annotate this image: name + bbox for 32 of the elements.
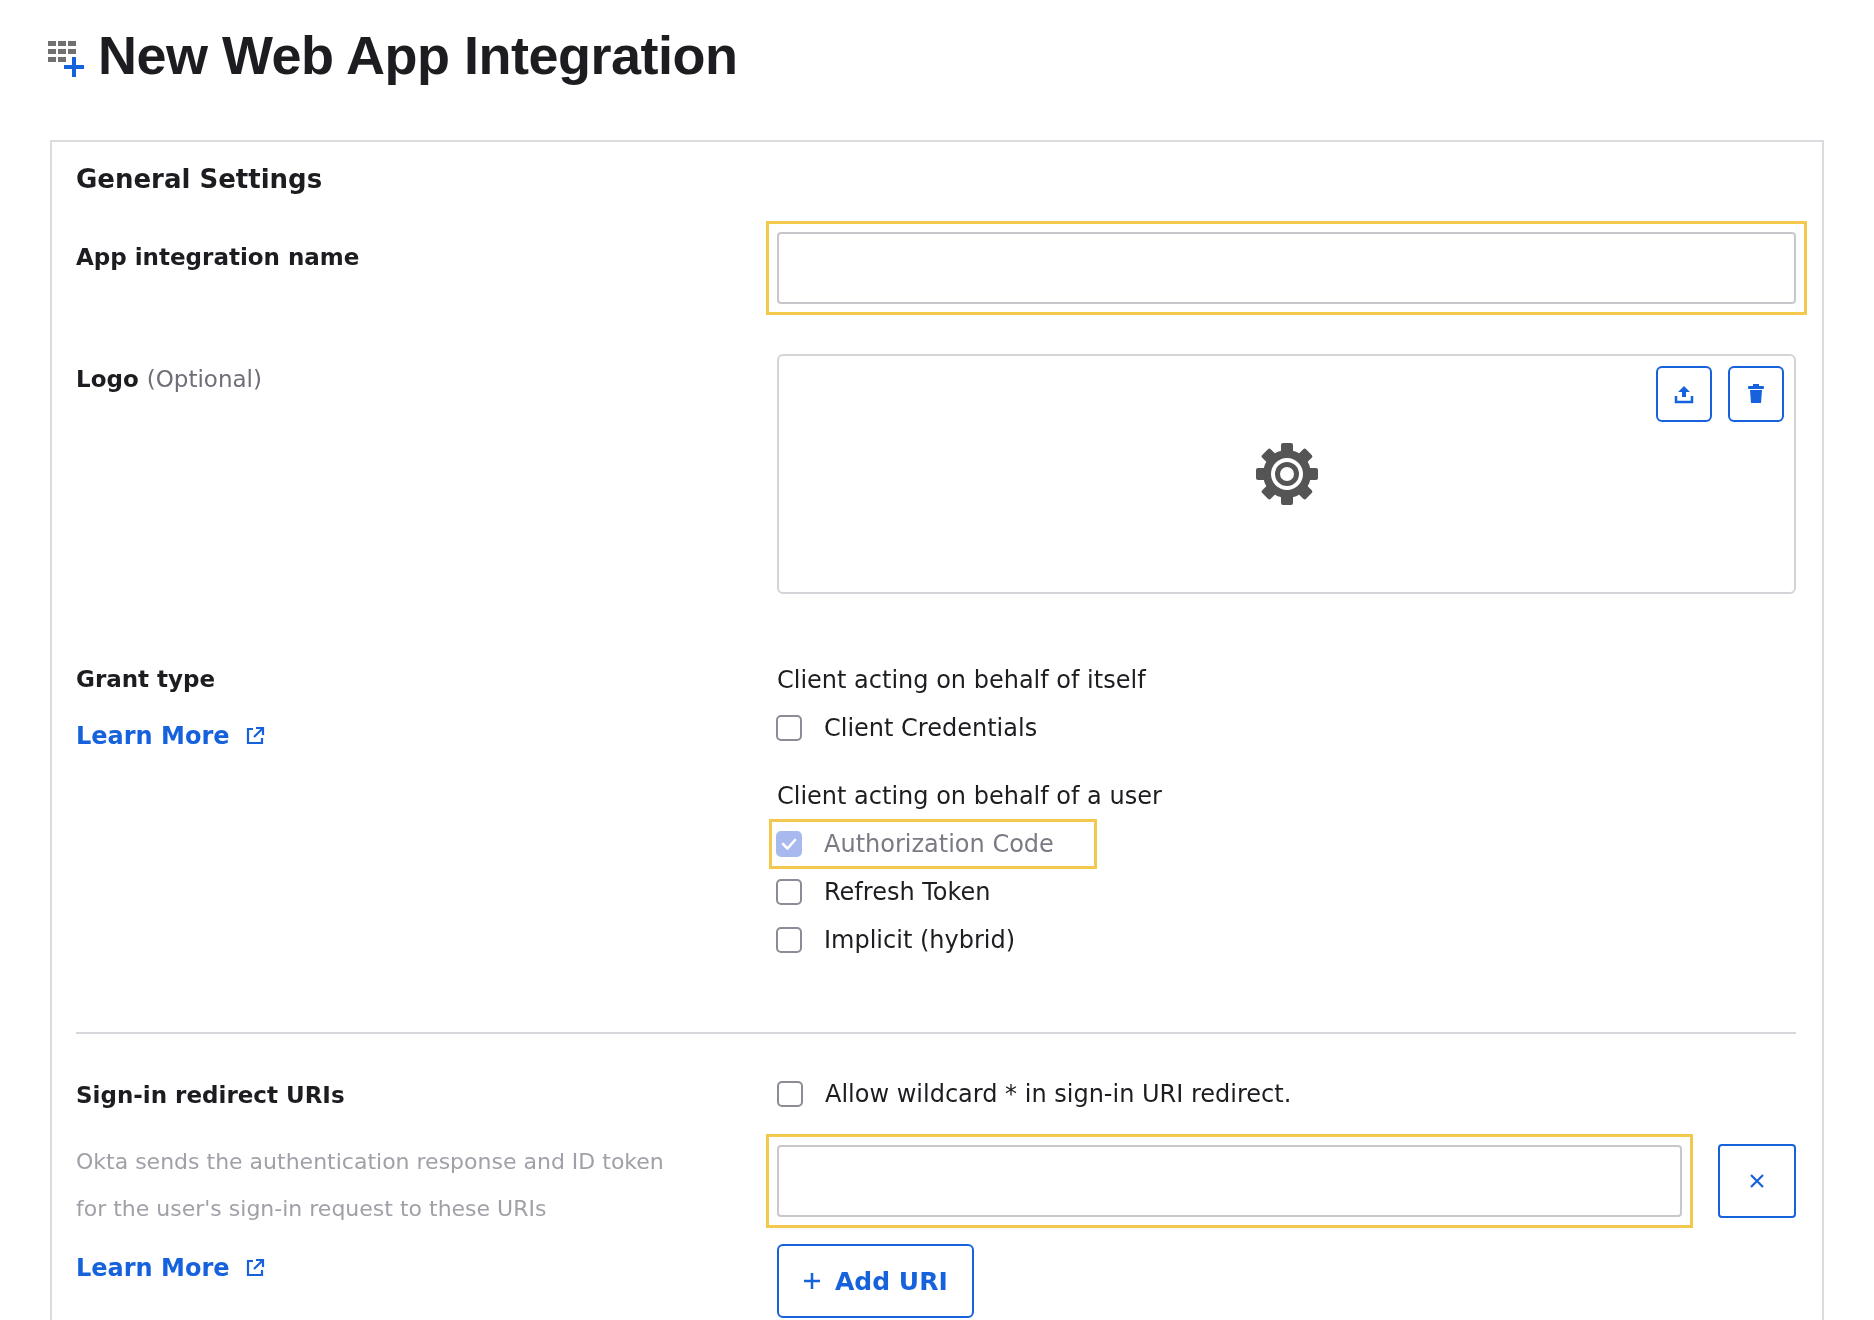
checkbox-label: Refresh Token	[824, 878, 991, 906]
field-label: Logo	[76, 366, 139, 392]
upload-button[interactable]	[1656, 366, 1712, 422]
close-icon	[1749, 1173, 1765, 1189]
page-title: New Web App Integration	[98, 24, 738, 86]
group-heading: Client acting on behalf of itself	[777, 666, 1146, 694]
checkbox-label: Allow wildcard * in sign-in URI redirect.	[825, 1080, 1292, 1108]
add-uri-button[interactable]: Add URI	[777, 1244, 974, 1318]
checkbox[interactable]	[776, 879, 802, 905]
optional-hint: (Optional)	[146, 366, 262, 392]
text-input-field[interactable]	[777, 232, 1796, 304]
field-description: Okta sends the authentication response and ID token for the user's sign-in request to these URIs	[76, 1148, 665, 1223]
field-label: Sign-in redirect URIs	[76, 1082, 346, 1108]
checkbox-label: Implicit (hybrid)	[824, 926, 1016, 954]
plus-icon	[803, 1272, 821, 1290]
checkbox[interactable]	[777, 1081, 803, 1107]
trash-icon	[1745, 383, 1767, 405]
add-app-grid-icon	[48, 41, 86, 79]
remove-button[interactable]	[1718, 1144, 1796, 1218]
field-label: App integration name	[76, 244, 361, 272]
learn-more-link[interactable]: Learn More	[76, 722, 230, 750]
checkbox-label: Authorization Code	[824, 830, 1054, 858]
field-label: Grant type	[76, 666, 217, 692]
checkbox-label: Client Credentials	[824, 714, 1038, 742]
upload-icon	[1673, 383, 1695, 405]
group-heading: Client acting on behalf of a user	[777, 782, 1162, 810]
checkbox[interactable]	[776, 715, 802, 741]
checkbox[interactable]	[776, 927, 802, 953]
section-title: General Settings	[76, 164, 324, 194]
delete-button[interactable]	[1728, 366, 1784, 422]
uri-input-field[interactable]	[777, 1145, 1682, 1217]
learn-more-link[interactable]: Learn More	[76, 1254, 230, 1282]
